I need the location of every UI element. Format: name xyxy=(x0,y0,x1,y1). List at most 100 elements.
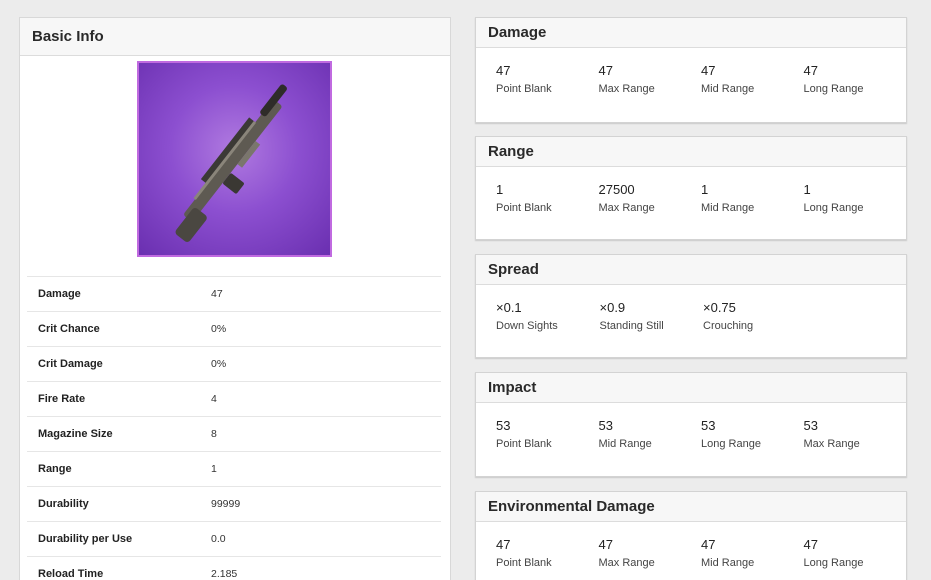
environmental-damage-title: Environmental Damage xyxy=(476,492,906,522)
stat-row: Crit Damage 0% xyxy=(27,346,441,381)
cell-value: 53 xyxy=(496,418,511,433)
environmental-damage-cell: 47 Max Range xyxy=(599,536,702,572)
environmental-damage-panel: Environmental Damage 47 Point Blank 47 M… xyxy=(475,491,907,580)
stat-row: Fire Rate 4 xyxy=(27,381,441,416)
cell-value: 1 xyxy=(496,182,504,197)
cell-value: 53 xyxy=(598,418,613,433)
cell-label: Point Blank xyxy=(496,557,552,569)
stat-value: 1 xyxy=(211,463,217,475)
spread-title: Spread xyxy=(476,255,906,285)
cell-value: 47 xyxy=(496,537,511,552)
cell-value: 1 xyxy=(803,182,811,197)
cell-label: Point Blank xyxy=(496,83,552,95)
cell-label: Point Blank xyxy=(496,202,552,214)
cell-label: Max Range xyxy=(803,438,860,450)
cell-label: Mid Range xyxy=(701,202,755,214)
impact-cell: 53 Point Blank xyxy=(496,417,599,453)
stat-label: Magazine Size xyxy=(38,428,113,440)
stat-label: Crit Damage xyxy=(38,358,103,370)
basic-info-card: Basic Info Damage 47 Crit Chance 0% Crit… xyxy=(19,17,451,580)
range-panel: Range 1 Point Blank 27500 Max Range 1 Mi… xyxy=(475,136,907,240)
cell-label: Long Range xyxy=(803,83,864,95)
cell-value: 47 xyxy=(701,63,716,78)
stat-value: 0% xyxy=(211,323,227,335)
damage-panel: Damage 47 Point Blank 47 Max Range 47 Mi… xyxy=(475,17,907,123)
stat-value: 8 xyxy=(211,428,217,440)
damage-title: Damage xyxy=(476,18,906,48)
damage-cell: 47 Max Range xyxy=(599,62,702,98)
stat-label: Reload Time xyxy=(38,568,104,580)
cell-value: 47 xyxy=(598,537,613,552)
cell-value: 47 xyxy=(803,63,818,78)
damage-cell: 47 Point Blank xyxy=(496,62,599,98)
spread-cell: ×0.75 Crouching xyxy=(703,299,807,335)
cell-value: 53 xyxy=(701,418,716,433)
cell-value: 47 xyxy=(701,537,716,552)
cell-value: ×0.9 xyxy=(599,300,626,315)
stat-label: Crit Chance xyxy=(38,323,100,335)
cell-label: Max Range xyxy=(598,83,655,95)
cell-label: Long Range xyxy=(803,557,864,569)
spread-panel: Spread ×0.1 Down Sights ×0.9 Standing St… xyxy=(475,254,907,358)
cell-value: 27500 xyxy=(598,182,635,197)
cell-label: Long Range xyxy=(803,202,864,214)
cell-label: Mid Range xyxy=(598,438,652,450)
basic-stats-table: Damage 47 Crit Chance 0% Crit Damage 0% … xyxy=(27,276,441,580)
cell-label: Max Range xyxy=(598,557,655,569)
environmental-damage-cell: 47 Long Range xyxy=(804,536,907,572)
stat-label: Damage xyxy=(38,288,81,300)
cell-label: Long Range xyxy=(701,438,761,450)
impact-title: Impact xyxy=(476,373,906,403)
stat-label: Durability per Use xyxy=(38,533,133,545)
stat-row: Durability 99999 xyxy=(27,486,441,521)
weapon-image xyxy=(137,61,332,257)
page: Basic Info Damage 47 Crit Chance 0% Crit… xyxy=(0,0,931,580)
stat-label: Fire Rate xyxy=(38,393,86,405)
impact-cell: 53 Max Range xyxy=(804,417,907,453)
spread-cell: ×0.1 Down Sights xyxy=(496,299,600,335)
stat-label: Range xyxy=(38,463,72,475)
cell-label: Crouching xyxy=(703,320,754,332)
cell-label: Down Sights xyxy=(496,320,558,332)
stat-value: 4 xyxy=(211,393,217,405)
cell-value: 47 xyxy=(496,63,511,78)
stat-row: Damage 47 xyxy=(27,276,441,311)
cell-value: 47 xyxy=(598,63,613,78)
basic-info-title: Basic Info xyxy=(20,18,450,56)
impact-cell: 53 Long Range xyxy=(701,417,804,453)
cell-label: Point Blank xyxy=(496,438,552,450)
range-cell: 1 Point Blank xyxy=(496,181,599,217)
cell-label: Mid Range xyxy=(701,83,755,95)
stat-label: Durability xyxy=(38,498,89,510)
spread-cell: ×0.9 Standing Still xyxy=(600,299,704,335)
impact-panel: Impact 53 Point Blank 53 Mid Range 53 Lo… xyxy=(475,372,907,477)
range-cell: 27500 Max Range xyxy=(599,181,702,217)
cell-label: Mid Range xyxy=(701,557,755,569)
sniper-rifle-icon xyxy=(175,84,287,242)
stat-value: 0.0 xyxy=(211,533,226,545)
range-cell: 1 Long Range xyxy=(804,181,907,217)
impact-cell: 53 Mid Range xyxy=(599,417,702,453)
cell-value: ×0.1 xyxy=(496,300,522,315)
stat-row: Magazine Size 8 xyxy=(27,416,441,451)
cell-value: 47 xyxy=(803,537,818,552)
stat-value: 47 xyxy=(211,288,223,300)
cell-label: Standing Still xyxy=(599,320,664,332)
stat-row: Reload Time 2.185 xyxy=(27,556,441,580)
stat-value: 0% xyxy=(211,358,227,370)
range-cell: 1 Mid Range xyxy=(701,181,804,217)
cell-label: Max Range xyxy=(598,202,655,214)
cell-value: 1 xyxy=(701,182,709,197)
damage-cell: 47 Mid Range xyxy=(701,62,804,98)
range-title: Range xyxy=(476,137,906,167)
stat-value: 99999 xyxy=(211,498,241,510)
environmental-damage-cell: 47 Point Blank xyxy=(496,536,599,572)
stat-row: Crit Chance 0% xyxy=(27,311,441,346)
stat-value: 2.185 xyxy=(211,568,238,580)
environmental-damage-cell: 47 Mid Range xyxy=(701,536,804,572)
stat-row: Range 1 xyxy=(27,451,441,486)
cell-value: ×0.75 xyxy=(703,300,736,315)
cell-value: 53 xyxy=(803,418,818,433)
stat-row: Durability per Use 0.0 xyxy=(27,521,441,556)
damage-cell: 47 Long Range xyxy=(804,62,907,98)
